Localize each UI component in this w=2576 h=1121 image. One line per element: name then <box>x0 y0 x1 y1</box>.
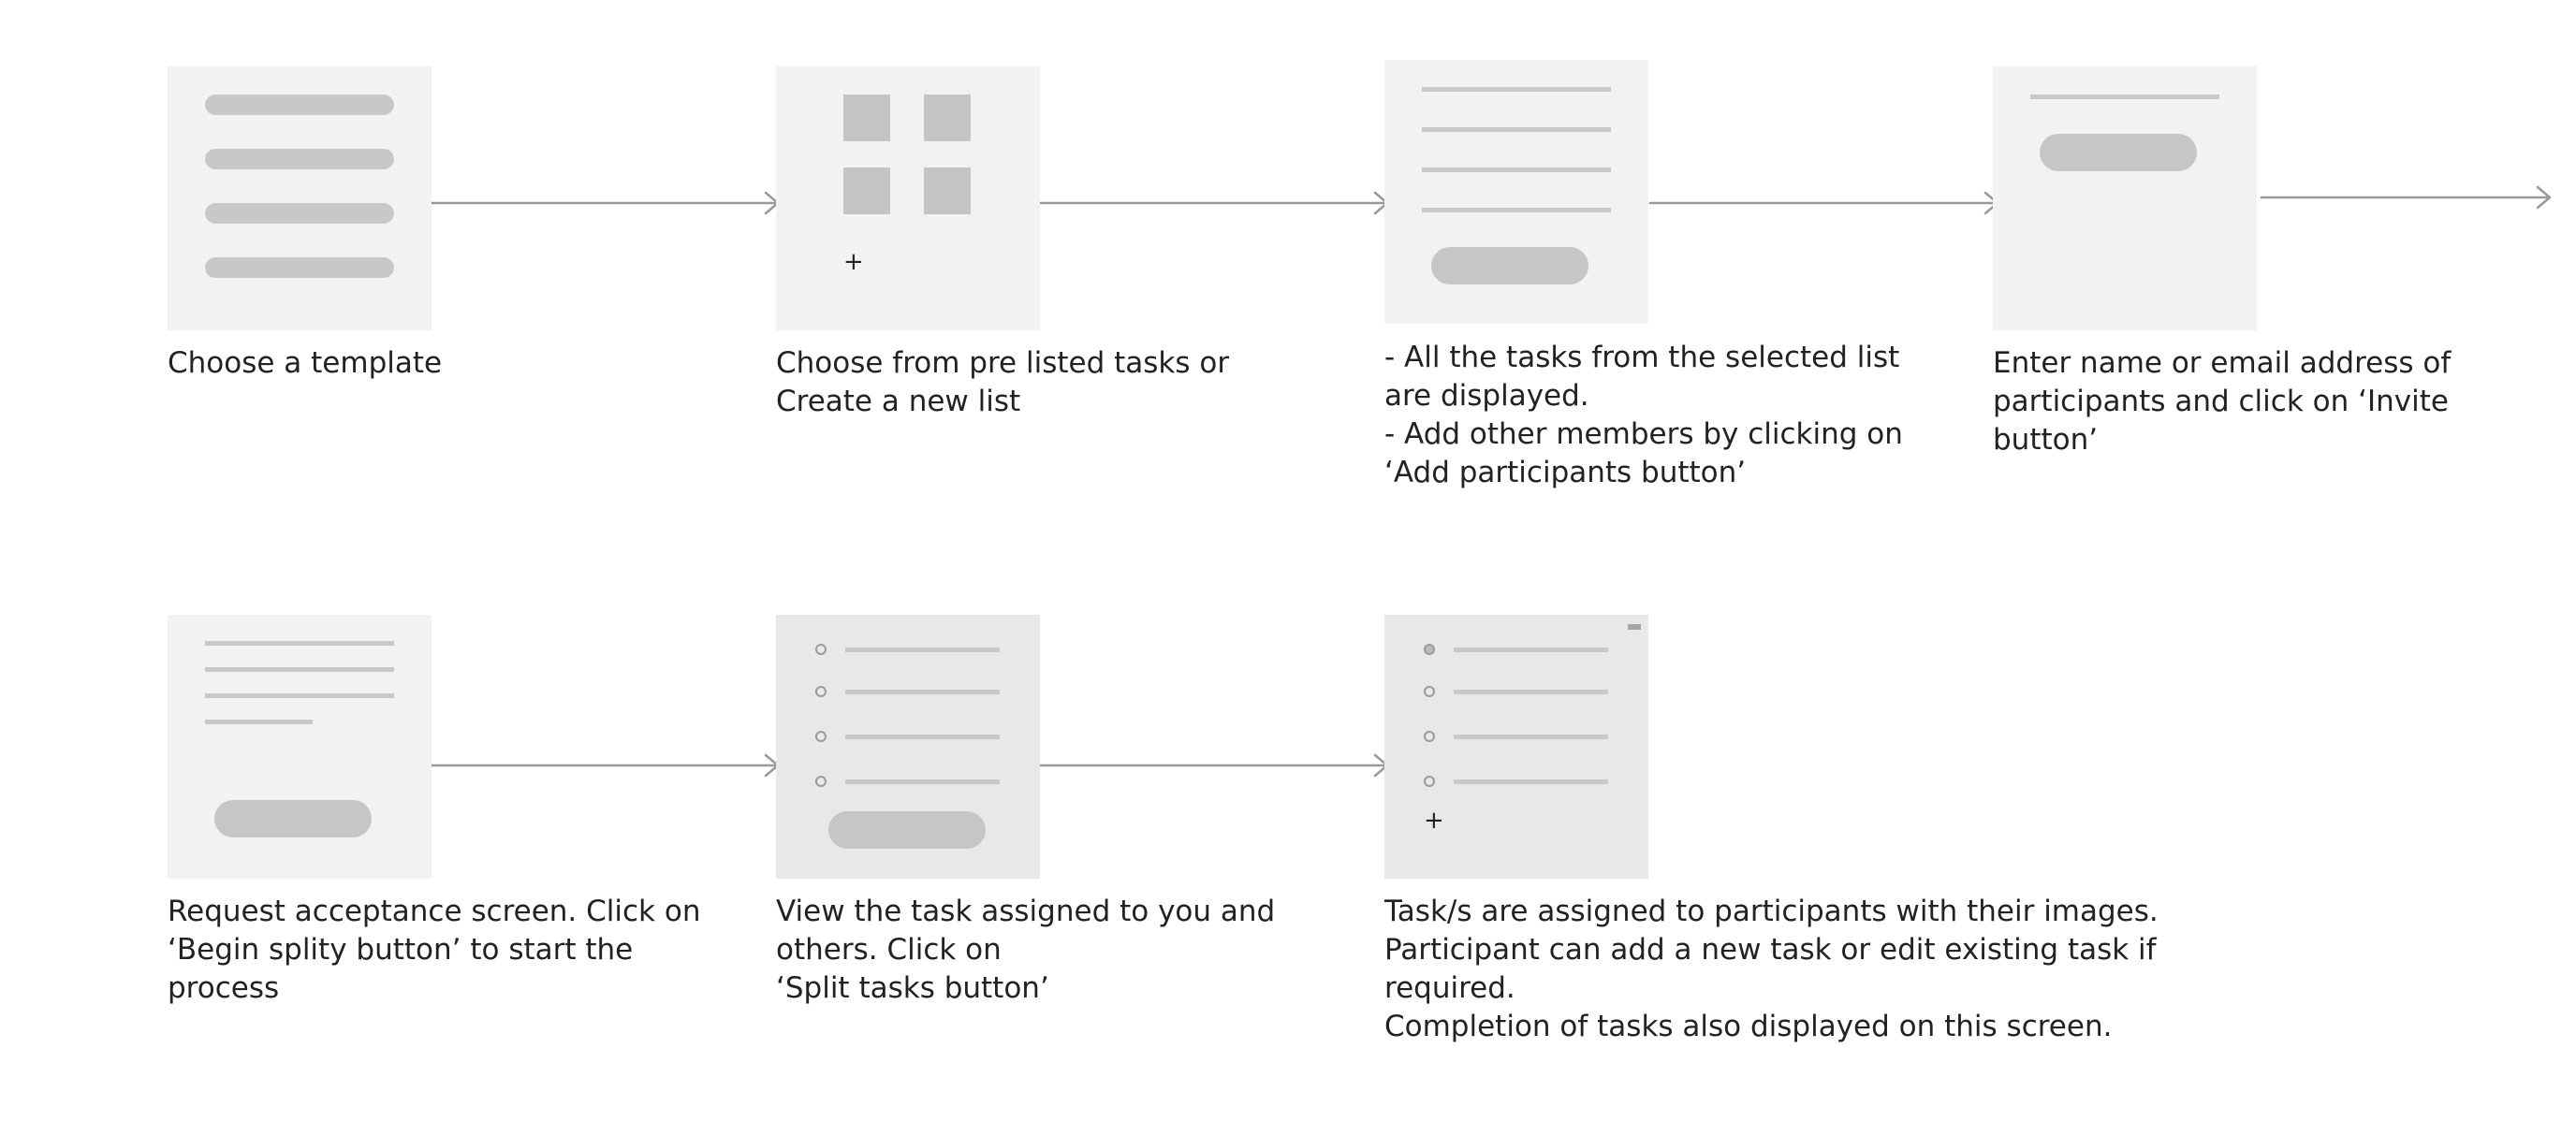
task-radio-icon <box>815 644 827 655</box>
plus-icon: + <box>843 248 864 276</box>
task-radio-icon <box>1424 731 1435 742</box>
wireframe-invite-form <box>1993 66 2257 330</box>
message-line-placeholder <box>205 667 394 672</box>
wireframe-assigned-tasks <box>776 615 1040 879</box>
template-option-placeholder <box>205 203 394 224</box>
template-option-placeholder <box>205 149 394 169</box>
wireframe-task-completion: + <box>1384 615 1648 879</box>
task-tile-placeholder <box>843 95 890 141</box>
wireframe-template-list <box>168 66 432 330</box>
step-6-caption: View the task assigned to you and others… <box>776 895 1276 1005</box>
step-4-caption: Enter name or email address of participa… <box>1993 346 2452 457</box>
plus-icon: + <box>1424 807 1444 835</box>
task-radio-icon <box>1424 776 1435 787</box>
step-7-caption: Task/s are assigned to participants with… <box>1384 895 2159 1043</box>
step-2-caption: Choose from pre listed tasks or Create a… <box>776 346 1230 418</box>
invite-button-placeholder <box>2040 134 2197 171</box>
task-tile-placeholder <box>924 95 971 141</box>
task-line-placeholder <box>845 735 1000 739</box>
task-line-placeholder <box>845 779 1000 784</box>
task-line-placeholder <box>1454 779 1608 784</box>
task-line-placeholder <box>1454 690 1608 694</box>
wireframe-task-list-with-button <box>1384 60 1648 324</box>
message-line-placeholder <box>205 641 394 646</box>
arrow-step1-to-step2 <box>430 191 780 215</box>
arrow-step2-to-step3 <box>1038 191 1389 215</box>
task-radio-icon <box>815 776 827 787</box>
task-radio-icon <box>815 686 827 697</box>
task-line-placeholder <box>1422 127 1611 132</box>
task-line-placeholder <box>845 690 1000 694</box>
step-5-caption: Request acceptance screen. Click on ‘Beg… <box>168 895 701 1005</box>
task-line-placeholder <box>1454 735 1608 739</box>
wireframe-request-acceptance <box>168 615 432 879</box>
arrow-step3-to-step4 <box>1648 191 1999 215</box>
task-tile-placeholder <box>843 167 890 214</box>
task-radio-icon <box>1424 686 1435 697</box>
task-line-placeholder <box>845 648 1000 652</box>
arrow-step5-to-step6 <box>430 753 780 778</box>
task-line-placeholder <box>1454 648 1608 652</box>
task-completed-radio-icon <box>1424 644 1435 655</box>
minimize-icon <box>1628 624 1641 630</box>
wireframe-task-grid: + <box>776 66 1040 330</box>
task-line-placeholder <box>1422 87 1611 92</box>
step-1-caption: Choose a template <box>168 346 443 380</box>
template-option-placeholder <box>205 95 394 115</box>
message-line-placeholder <box>205 720 313 724</box>
split-tasks-button-placeholder <box>828 811 986 849</box>
task-radio-icon <box>815 731 827 742</box>
arrow-step4-onward <box>2260 185 2552 210</box>
message-line-placeholder <box>205 693 394 698</box>
email-field-placeholder <box>2030 95 2219 99</box>
arrow-step6-to-step7 <box>1038 753 1389 778</box>
add-participants-button-placeholder <box>1431 247 1588 284</box>
begin-splity-button-placeholder <box>214 800 372 837</box>
task-line-placeholder <box>1422 167 1611 172</box>
step-3-caption: - All the tasks from the selected list a… <box>1384 341 1903 489</box>
flow-diagram: Choose a template + Choose from pre list… <box>0 0 2576 1121</box>
template-option-placeholder <box>205 257 394 278</box>
task-line-placeholder <box>1422 208 1611 212</box>
task-tile-placeholder <box>924 167 971 214</box>
